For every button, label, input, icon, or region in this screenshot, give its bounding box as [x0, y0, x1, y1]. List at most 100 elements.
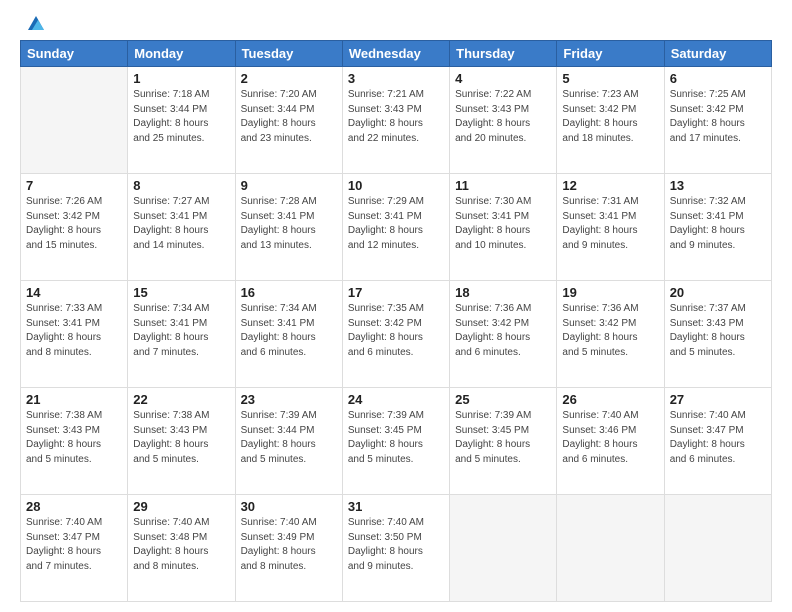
- day-info: Sunrise: 7:30 AM Sunset: 3:41 PM Dayligh…: [455, 195, 551, 253]
- calendar-cell: 4 Sunrise: 7:22 AM Sunset: 3:43 PM Daylig…: [450, 67, 557, 174]
- calendar-cell: 19 Sunrise: 7:36 AM Sunset: 3:42 PM Dayli…: [557, 281, 664, 388]
- day-info: Sunrise: 7:22 AM Sunset: 3:43 PM Dayligh…: [455, 88, 551, 146]
- day-number: 12: [562, 178, 658, 193]
- day-info: Sunrise: 7:36 AM Sunset: 3:42 PM Dayligh…: [562, 302, 658, 360]
- calendar-cell: 7 Sunrise: 7:26 AM Sunset: 3:42 PM Daylig…: [21, 174, 128, 281]
- day-info: Sunrise: 7:39 AM Sunset: 3:45 PM Dayligh…: [348, 409, 444, 467]
- day-info: Sunrise: 7:39 AM Sunset: 3:44 PM Dayligh…: [241, 409, 337, 467]
- day-info: Sunrise: 7:40 AM Sunset: 3:50 PM Dayligh…: [348, 516, 444, 574]
- calendar-cell: 8 Sunrise: 7:27 AM Sunset: 3:41 PM Daylig…: [128, 174, 235, 281]
- day-info: Sunrise: 7:35 AM Sunset: 3:42 PM Dayligh…: [348, 302, 444, 360]
- calendar-cell: 31 Sunrise: 7:40 AM Sunset: 3:50 PM Dayli…: [342, 495, 449, 602]
- calendar-cell: 24Sunrise: 7:39 AM Sunset: 3:45 PM Dayli…: [342, 388, 449, 495]
- day-number: 8: [133, 178, 229, 193]
- day-number: 7: [26, 178, 122, 193]
- day-info: Sunrise: 7:26 AM Sunset: 3:42 PM Dayligh…: [26, 195, 122, 253]
- calendar-cell: 29 Sunrise: 7:40 AM Sunset: 3:48 PM Dayli…: [128, 495, 235, 602]
- day-number: 6: [670, 71, 766, 86]
- day-number: 3: [348, 71, 444, 86]
- day-number: 27: [670, 392, 766, 407]
- calendar-cell: 21Sunrise: 7:38 AM Sunset: 3:43 PM Dayli…: [21, 388, 128, 495]
- day-info: Sunrise: 7:40 AM Sunset: 3:49 PM Dayligh…: [241, 516, 337, 574]
- day-info: Sunrise: 7:36 AM Sunset: 3:42 PM Dayligh…: [455, 302, 551, 360]
- day-number: 23: [241, 392, 337, 407]
- day-number: 10: [348, 178, 444, 193]
- calendar-cell: 12Sunrise: 7:31 AM Sunset: 3:41 PM Dayli…: [557, 174, 664, 281]
- page: SundayMondayTuesdayWednesdayThursdayFrid…: [0, 0, 792, 612]
- day-number: 1: [133, 71, 229, 86]
- day-number: 13: [670, 178, 766, 193]
- day-number: 28: [26, 499, 122, 514]
- day-number: 18: [455, 285, 551, 300]
- calendar-cell: 11 Sunrise: 7:30 AM Sunset: 3:41 PM Dayli…: [450, 174, 557, 281]
- day-number: 26: [562, 392, 658, 407]
- day-number: 16: [241, 285, 337, 300]
- calendar-cell: 9Sunrise: 7:28 AM Sunset: 3:41 PM Daylig…: [235, 174, 342, 281]
- calendar-week-5: 28 Sunrise: 7:40 AM Sunset: 3:47 PM Dayli…: [21, 495, 772, 602]
- day-number: 29: [133, 499, 229, 514]
- day-number: 11: [455, 178, 551, 193]
- logo-icon: [22, 12, 44, 34]
- calendar-cell: 25 Sunrise: 7:39 AM Sunset: 3:45 PM Dayli…: [450, 388, 557, 495]
- day-info: Sunrise: 7:37 AM Sunset: 3:43 PM Dayligh…: [670, 302, 766, 360]
- calendar-cell: [450, 495, 557, 602]
- day-info: Sunrise: 7:40 AM Sunset: 3:46 PM Dayligh…: [562, 409, 658, 467]
- calendar-week-2: 7 Sunrise: 7:26 AM Sunset: 3:42 PM Daylig…: [21, 174, 772, 281]
- day-number: 2: [241, 71, 337, 86]
- weekday-header-sunday: Sunday: [21, 41, 128, 67]
- day-info: Sunrise: 7:27 AM Sunset: 3:41 PM Dayligh…: [133, 195, 229, 253]
- weekday-header-friday: Friday: [557, 41, 664, 67]
- header: [20, 16, 772, 34]
- calendar-cell: 13 Sunrise: 7:32 AM Sunset: 3:41 PM Dayli…: [664, 174, 771, 281]
- day-info: Sunrise: 7:20 AM Sunset: 3:44 PM Dayligh…: [241, 88, 337, 146]
- calendar-cell: 30Sunrise: 7:40 AM Sunset: 3:49 PM Dayli…: [235, 495, 342, 602]
- day-info: Sunrise: 7:25 AM Sunset: 3:42 PM Dayligh…: [670, 88, 766, 146]
- day-number: 17: [348, 285, 444, 300]
- day-number: 15: [133, 285, 229, 300]
- calendar-cell: [557, 495, 664, 602]
- day-info: Sunrise: 7:34 AM Sunset: 3:41 PM Dayligh…: [133, 302, 229, 360]
- day-number: 25: [455, 392, 551, 407]
- day-info: Sunrise: 7:23 AM Sunset: 3:42 PM Dayligh…: [562, 88, 658, 146]
- weekday-header-tuesday: Tuesday: [235, 41, 342, 67]
- day-number: 21: [26, 392, 122, 407]
- weekday-header-monday: Monday: [128, 41, 235, 67]
- day-info: Sunrise: 7:32 AM Sunset: 3:41 PM Dayligh…: [670, 195, 766, 253]
- day-info: Sunrise: 7:21 AM Sunset: 3:43 PM Dayligh…: [348, 88, 444, 146]
- calendar-cell: [664, 495, 771, 602]
- day-info: Sunrise: 7:18 AM Sunset: 3:44 PM Dayligh…: [133, 88, 229, 146]
- calendar-week-3: 14Sunrise: 7:33 AM Sunset: 3:41 PM Dayli…: [21, 281, 772, 388]
- calendar-cell: 2 Sunrise: 7:20 AM Sunset: 3:44 PM Daylig…: [235, 67, 342, 174]
- day-info: Sunrise: 7:39 AM Sunset: 3:45 PM Dayligh…: [455, 409, 551, 467]
- calendar-cell: 1 Sunrise: 7:18 AM Sunset: 3:44 PM Daylig…: [128, 67, 235, 174]
- calendar-cell: 14Sunrise: 7:33 AM Sunset: 3:41 PM Dayli…: [21, 281, 128, 388]
- logo: [20, 16, 44, 34]
- day-info: Sunrise: 7:29 AM Sunset: 3:41 PM Dayligh…: [348, 195, 444, 253]
- day-number: 22: [133, 392, 229, 407]
- day-number: 5: [562, 71, 658, 86]
- day-number: 14: [26, 285, 122, 300]
- calendar-cell: 28 Sunrise: 7:40 AM Sunset: 3:47 PM Dayli…: [21, 495, 128, 602]
- day-number: 4: [455, 71, 551, 86]
- calendar-cell: 5 Sunrise: 7:23 AM Sunset: 3:42 PM Daylig…: [557, 67, 664, 174]
- day-info: Sunrise: 7:40 AM Sunset: 3:48 PM Dayligh…: [133, 516, 229, 574]
- calendar-cell: 20 Sunrise: 7:37 AM Sunset: 3:43 PM Dayli…: [664, 281, 771, 388]
- calendar-cell: 15 Sunrise: 7:34 AM Sunset: 3:41 PM Dayli…: [128, 281, 235, 388]
- day-number: 19: [562, 285, 658, 300]
- day-info: Sunrise: 7:40 AM Sunset: 3:47 PM Dayligh…: [26, 516, 122, 574]
- calendar-cell: 23 Sunrise: 7:39 AM Sunset: 3:44 PM Dayli…: [235, 388, 342, 495]
- day-info: Sunrise: 7:40 AM Sunset: 3:47 PM Dayligh…: [670, 409, 766, 467]
- calendar-week-4: 21Sunrise: 7:38 AM Sunset: 3:43 PM Dayli…: [21, 388, 772, 495]
- calendar-week-1: 1 Sunrise: 7:18 AM Sunset: 3:44 PM Daylig…: [21, 67, 772, 174]
- calendar-table: SundayMondayTuesdayWednesdayThursdayFrid…: [20, 40, 772, 602]
- calendar-cell: 6 Sunrise: 7:25 AM Sunset: 3:42 PM Daylig…: [664, 67, 771, 174]
- weekday-header-wednesday: Wednesday: [342, 41, 449, 67]
- day-number: 9: [241, 178, 337, 193]
- day-number: 20: [670, 285, 766, 300]
- calendar-cell: [21, 67, 128, 174]
- calendar-cell: 26 Sunrise: 7:40 AM Sunset: 3:46 PM Dayli…: [557, 388, 664, 495]
- calendar-cell: 10 Sunrise: 7:29 AM Sunset: 3:41 PM Dayli…: [342, 174, 449, 281]
- calendar-header-row: SundayMondayTuesdayWednesdayThursdayFrid…: [21, 41, 772, 67]
- day-number: 31: [348, 499, 444, 514]
- calendar-cell: 17 Sunrise: 7:35 AM Sunset: 3:42 PM Dayli…: [342, 281, 449, 388]
